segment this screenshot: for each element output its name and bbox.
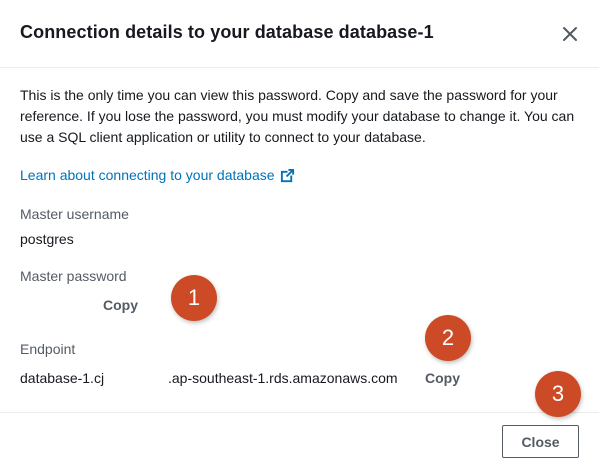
connection-details-modal: Connection details to your database data…: [0, 0, 599, 469]
master-password-label: Master password: [20, 268, 127, 284]
step-badge-3: 3: [535, 371, 581, 417]
external-link-icon: [280, 168, 294, 182]
endpoint-label: Endpoint: [20, 341, 76, 357]
endpoint-value-start: database-1.cj: [20, 370, 105, 386]
modal-title: Connection details to your database data…: [20, 22, 434, 42]
password-warning-text: This is the only time you can view this …: [20, 87, 575, 145]
modal-header: Connection details to your database data…: [0, 0, 599, 68]
copy-endpoint-button[interactable]: Copy: [425, 370, 460, 386]
step-badge-2: 2: [425, 315, 471, 361]
learn-connecting-link-label: Learn about connecting to your database: [20, 167, 275, 183]
master-username-label: Master username: [20, 206, 129, 222]
endpoint-value-end: .ap-southeast-1.rds.amazonaws.com: [168, 370, 398, 386]
learn-connecting-link[interactable]: Learn about connecting to your database: [20, 167, 295, 183]
close-icon[interactable]: [560, 24, 580, 44]
close-button[interactable]: Close: [502, 425, 579, 458]
step-badge-1: 1: [171, 275, 217, 321]
master-username-value: postgres: [20, 231, 74, 247]
copy-password-button[interactable]: Copy: [103, 297, 138, 313]
